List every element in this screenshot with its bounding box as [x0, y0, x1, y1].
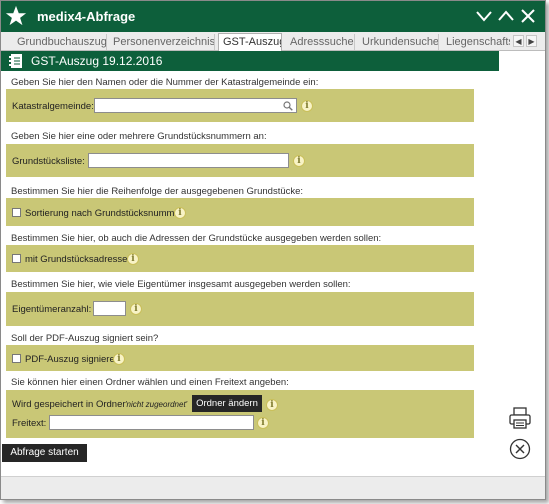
star-logo-icon — [5, 5, 27, 26]
info-icon[interactable]: i — [266, 399, 278, 411]
grundstuecke-label: Grundstücksliste: — [12, 156, 85, 167]
document-icon — [9, 54, 22, 68]
info-icon[interactable]: i — [174, 207, 186, 219]
ordner-aendern-button[interactable]: Ordner ändern — [192, 395, 262, 412]
katastral-input[interactable] — [94, 98, 297, 113]
chevron-up-icon[interactable] — [497, 7, 515, 25]
info-icon[interactable]: i — [301, 100, 313, 112]
pdf-band: PDF-Auszug signieren i — [6, 345, 474, 371]
tab-urkundensuche[interactable]: Urkundensuche — [358, 34, 439, 50]
status-bar — [1, 476, 545, 499]
tab-liegenschaft[interactable]: Liegenschaftsa — [442, 34, 510, 50]
grundstuecke-prompt: Geben Sie hier eine oder mehrere Grundst… — [11, 131, 267, 142]
ordner-label: Wird gespeichert in Ordner — [12, 399, 126, 410]
katastral-prompt: Geben Sie hier den Namen oder die Nummer… — [11, 77, 319, 88]
title-bar: medix4-Abfrage — [1, 1, 545, 32]
pdf-prompt: Soll der PDF-Auszug signiert sein? — [11, 333, 159, 344]
adressen-prompt: Bestimmen Sie hier, ob auch die Adressen… — [11, 233, 382, 244]
tab-grundbuchauszug[interactable]: Grundbuchauszug — [13, 34, 107, 50]
sortierung-band: Sortierung nach Grundstücksnummer i — [6, 198, 474, 226]
info-icon[interactable]: i — [257, 417, 269, 429]
eigentuemer-prompt: Bestimmen Sie hier, wie viele Eigentümer… — [11, 279, 351, 290]
sortierung-prompt: Bestimmen Sie hier die Reihenfolge der a… — [11, 186, 304, 197]
info-icon[interactable]: i — [130, 303, 142, 315]
ordner-prompt: Sie können hier einen Ordner wählen und … — [11, 377, 289, 388]
eigentuemer-label: Eigentümeranzahl: — [12, 304, 92, 315]
ordner-band: Wird gespeichert in Ordner 'nicht zugeor… — [6, 390, 474, 438]
tab-gst-auszug[interactable]: GST-Auszug — [218, 33, 282, 51]
tab-personenverzeichnis[interactable]: Personenverzeichnis — [109, 34, 215, 50]
section-title: GST-Auszug 19.12.2016 — [31, 54, 163, 68]
freitext-label: Freitext: — [12, 418, 47, 429]
grundstuecke-input[interactable] — [88, 153, 289, 168]
info-icon[interactable]: i — [127, 253, 139, 265]
katastral-label: Katastralgemeinde: — [12, 101, 94, 112]
adressen-label[interactable]: mit Grundstücksadressen — [25, 254, 133, 265]
pdf-checkbox[interactable] — [12, 354, 21, 363]
sortierung-checkbox[interactable] — [12, 208, 21, 217]
eigentuemer-input[interactable] — [93, 301, 126, 316]
close-window-icon[interactable] — [519, 7, 537, 25]
tab-prev-button[interactable]: ◀ — [513, 35, 524, 47]
tab-bar: Grundbuchauszug Personenverzeichnis GST-… — [1, 32, 545, 51]
window-title: medix4-Abfrage — [37, 9, 136, 24]
section-header: GST-Auszug 19.12.2016 — [1, 51, 499, 71]
sortierung-label[interactable]: Sortierung nach Grundstücksnummer — [25, 208, 183, 219]
tab-next-button[interactable]: ▶ — [526, 35, 537, 47]
adressen-band: mit Grundstücksadressen i — [6, 245, 474, 272]
app-window: medix4-Abfrage Grundbuchauszug Personenv… — [0, 0, 546, 500]
tab-adresssuche[interactable]: Adresssuche — [286, 34, 355, 50]
grundstuecke-band: Grundstücksliste: i — [6, 144, 474, 177]
eigentuemer-band: Eigentümeranzahl: i — [6, 292, 474, 326]
katastral-band: Katastralgemeinde: i — [6, 89, 474, 122]
chevron-down-icon[interactable] — [475, 7, 493, 25]
info-icon[interactable]: i — [293, 155, 305, 167]
search-icon[interactable] — [283, 101, 293, 111]
close-circle-icon[interactable] — [509, 438, 531, 460]
info-icon[interactable]: i — [113, 353, 125, 365]
printer-icon[interactable] — [508, 406, 532, 430]
freitext-input[interactable] — [49, 415, 254, 430]
ordner-status: 'nicht zugeordnet' — [125, 400, 188, 409]
pdf-label[interactable]: PDF-Auszug signieren — [25, 354, 120, 365]
adressen-checkbox[interactable] — [12, 254, 21, 263]
abfrage-starten-button[interactable]: Abfrage starten — [2, 444, 87, 462]
